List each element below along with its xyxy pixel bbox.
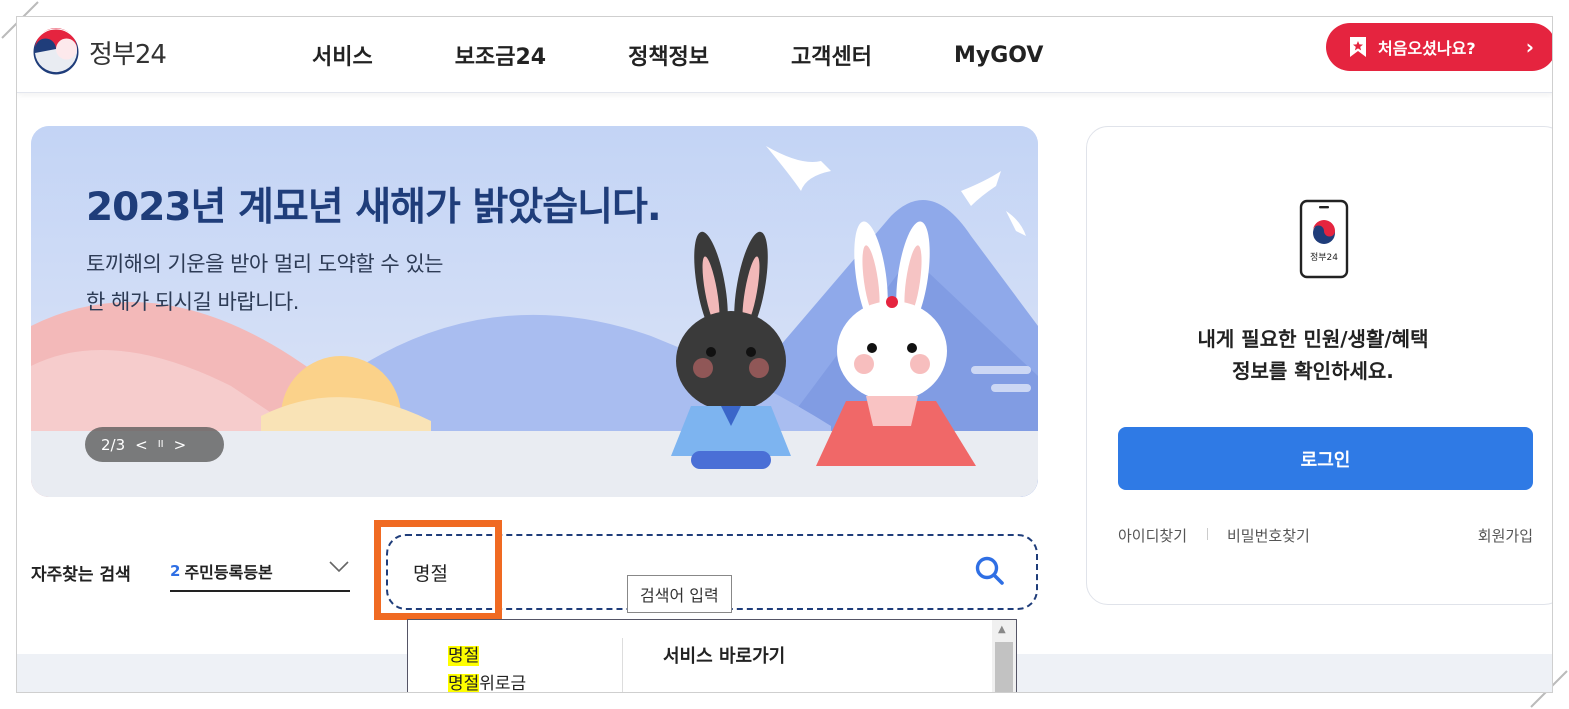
frequent-search-rank: 2 [170,562,181,580]
site-logo[interactable]: 정부24 [31,27,167,77]
banner-pager: 2/3 < II > [85,427,224,462]
search-icon[interactable] [974,555,1006,587]
banner-title: 2023년 계묘년 새해가 밝았습니다. [86,185,662,230]
login-message: 정보를 확인하세요. [1232,359,1394,383]
banner-prev-button[interactable]: < [135,436,148,454]
phone-logo-icon: 정부24 [1299,199,1349,279]
gov-logo-icon [32,28,80,76]
find-id-link[interactable]: 아이디찾기 [1118,525,1187,546]
first-visit-button[interactable]: 처음오셨나요? › [1326,23,1552,71]
nav-item-policy[interactable]: 정책정보 [628,39,709,71]
autocomplete-match: 명절 [448,674,480,693]
chevron-down-icon [329,561,349,573]
banner-subtitle: 한 해가 되시길 바랍니다. [86,290,299,314]
nav-item-mygov[interactable]: MyGOV [954,43,1043,68]
autocomplete-rest: 위로금 [479,674,527,693]
autocomplete-match: 명절 [448,646,480,666]
main-nav: 서비스 보조금24 정책정보 고객센터 MyGOV [312,17,1125,93]
login-card: 정부24 내게 필요한 민원/생활/혜택 정보를 확인하세요. 로그인 아이디찾… [1086,126,1552,605]
scrollbar-thumb[interactable] [995,642,1013,692]
service-shortcut-heading: 서비스 바로가기 [663,646,786,667]
autocomplete-item[interactable]: 명절 [448,642,526,670]
autocomplete-scrollbar[interactable]: ▲ [992,620,1016,692]
frequent-search-dropdown[interactable]: 2 주민등록등본 [170,552,350,592]
login-message: 내게 필요한 민원/생활/혜택 [1197,327,1429,351]
search-tooltip: 검색어 입력 [627,575,732,613]
login-button[interactable]: 로그인 [1118,427,1533,490]
autocomplete-item[interactable]: 명절위로금 [448,670,527,693]
banner-subtitle: 토끼해의 기운을 받아 멀리 도약할 수 있는 [86,252,444,276]
icon-caption: 정부24 [1310,252,1338,263]
hero-banner[interactable]: 2023년 계묘년 새해가 밝았습니다. 토끼해의 기운을 받아 멀리 도약할 … [31,126,1038,497]
chevron-right-icon: › [1525,35,1534,59]
banner-counter: 2/3 [101,435,126,454]
first-visit-label: 처음오셨나요? [1378,39,1476,58]
banner-next-button[interactable]: > [174,436,187,454]
autocomplete-list: 명절 명절위로금 [448,642,527,693]
logo-text: 정부24 [89,39,167,70]
search-input[interactable] [413,557,813,587]
nav-item-services[interactable]: 서비스 [312,39,373,71]
site-header: 정부24 서비스 보조금24 정책정보 고객센터 MyGOV 처음오셨나요? › [17,17,1552,93]
browser-viewport: 정부24 서비스 보조금24 정책정보 고객센터 MyGOV 처음오셨나요? › [16,16,1553,693]
scroll-up-arrow-icon[interactable]: ▲ [998,624,1006,635]
signup-link[interactable]: 회원가입 [1478,525,1533,546]
autocomplete-divider [622,638,623,692]
frequent-search-label: 자주찾는 검색 [31,565,131,585]
frequent-search-term: 주민등록등본 [184,563,273,582]
find-password-link[interactable]: 비밀번호찾기 [1227,525,1310,546]
link-divider [1207,528,1208,540]
nav-item-subsidy[interactable]: 보조금24 [455,39,546,71]
banner-pause-button[interactable]: II [158,439,164,450]
nav-item-support[interactable]: 고객센터 [791,39,872,71]
search-autocomplete: 명절 명절위로금 서비스 바로가기 ▲ [407,619,1017,693]
bookmark-star-icon [1350,37,1366,57]
